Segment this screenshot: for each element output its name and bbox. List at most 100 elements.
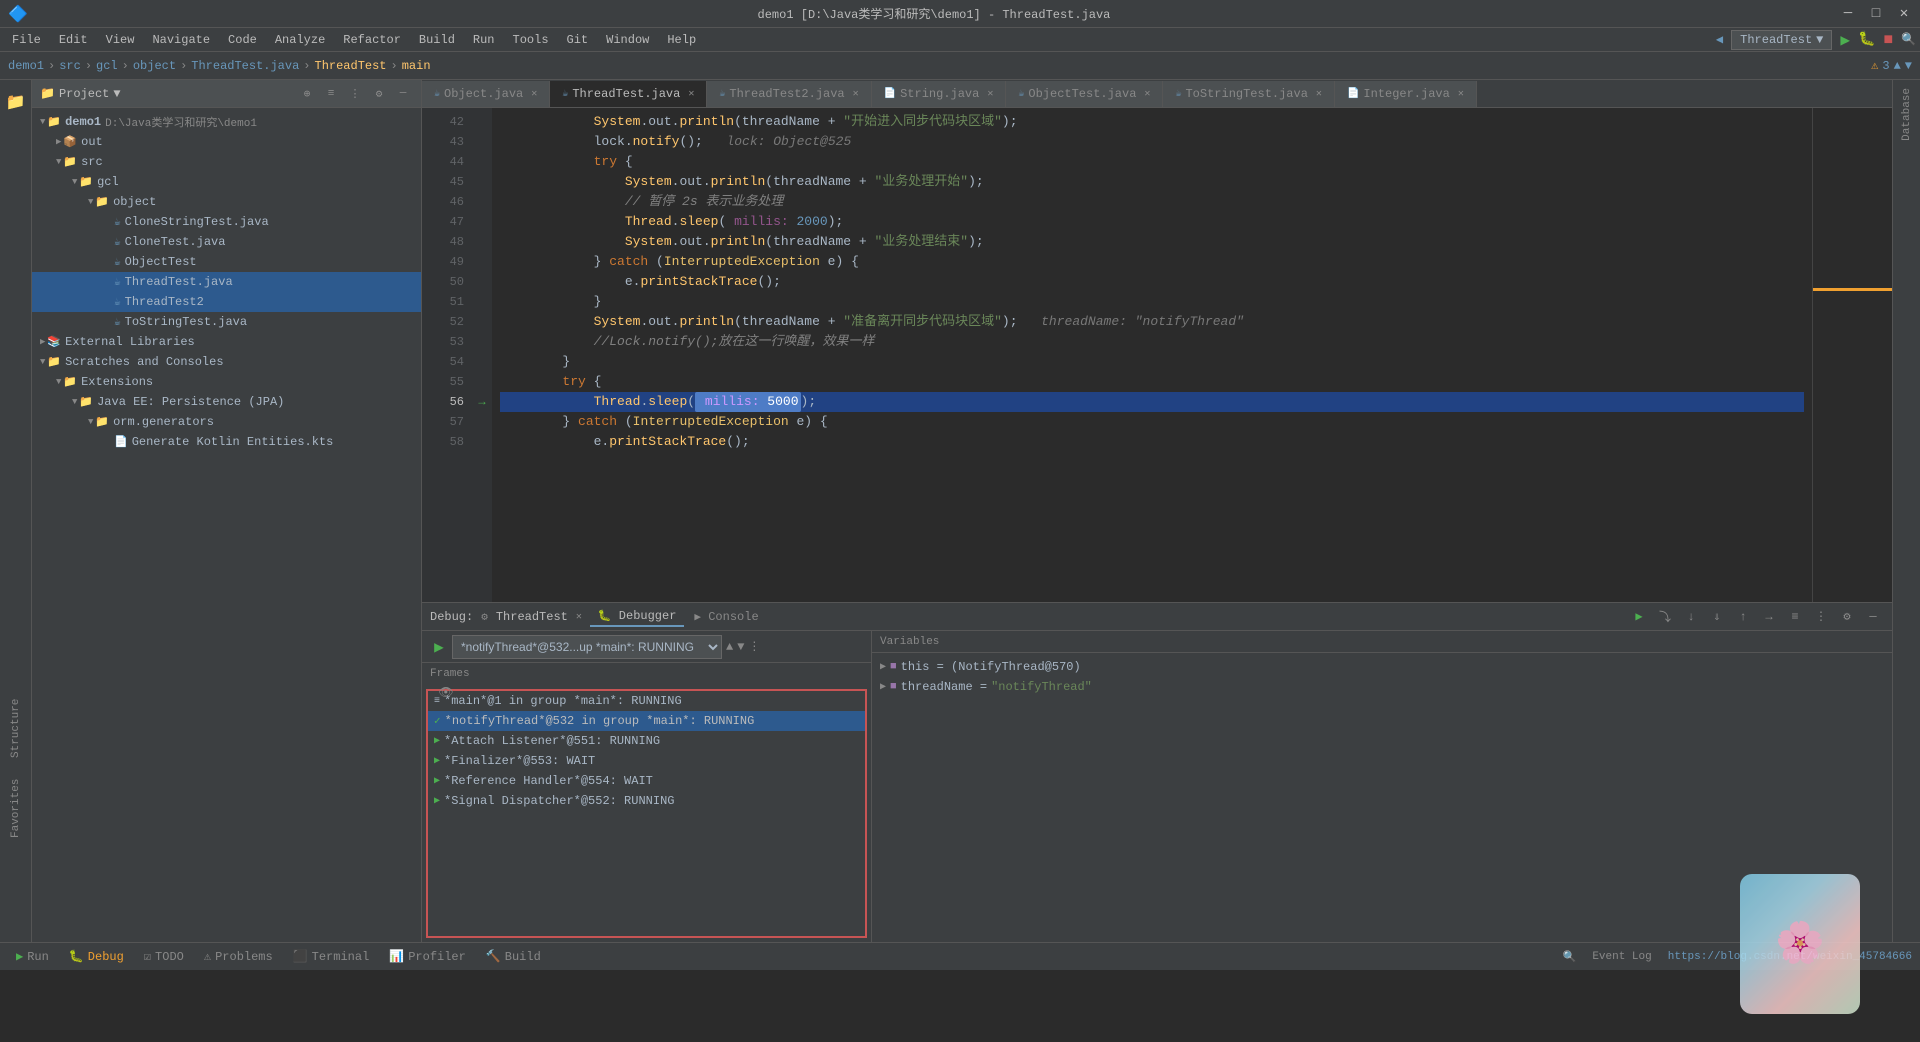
thread-finalizer[interactable]: ▶ *Finalizer*@553: WAIT xyxy=(428,751,865,771)
menu-code[interactable]: Code xyxy=(220,31,265,49)
frames-nav-up-btn[interactable]: ▲ xyxy=(726,640,733,654)
close-tab-icon[interactable]: ✕ xyxy=(987,88,993,100)
thread-attach[interactable]: ▶ *Attach Listener*@551: RUNNING xyxy=(428,731,865,751)
settings-btn[interactable]: ⚙ xyxy=(1836,606,1858,628)
tree-item-orm[interactable]: ▼ 📁 orm.generators xyxy=(32,412,421,432)
thread-signal[interactable]: ▶ *Signal Dispatcher*@552: RUNNING xyxy=(428,791,865,811)
eye-icon[interactable]: 👁 xyxy=(436,682,456,702)
terminal-button[interactable]: ⬛ Terminal xyxy=(285,947,378,966)
menu-file[interactable]: File xyxy=(4,31,49,49)
menu-edit[interactable]: Edit xyxy=(51,31,96,49)
minimize-button[interactable]: ─ xyxy=(1840,6,1856,22)
breadcrumb-src[interactable]: src xyxy=(59,59,81,73)
tree-item-object-test[interactable]: ☕ ObjectTest xyxy=(32,252,421,272)
close-debug-tab-icon[interactable]: ✕ xyxy=(576,611,582,623)
thread-ref-handler[interactable]: ▶ *Reference Handler*@554: WAIT xyxy=(428,771,865,791)
thread-notify[interactable]: ✓ *notifyThread*@532 in group *main*: RU… xyxy=(428,711,865,731)
tab-debugger[interactable]: 🐛 Debugger xyxy=(590,607,685,627)
breadcrumb-demo1[interactable]: demo1 xyxy=(8,59,44,73)
sort-icon[interactable]: ≡ xyxy=(321,84,341,104)
thread-dropdown[interactable]: *notifyThread*@532...up *main*: RUNNING xyxy=(452,635,722,659)
menu-help[interactable]: Help xyxy=(659,31,704,49)
close-tab-icon[interactable]: ✕ xyxy=(1316,88,1322,100)
breadcrumb-method[interactable]: main xyxy=(402,59,431,73)
debug-run-config[interactable]: ThreadTest xyxy=(496,610,568,624)
favorites-icon[interactable]: Favorites xyxy=(2,794,30,822)
tab-tostring-java[interactable]: ☕ ToStringTest.java ✕ xyxy=(1163,81,1334,107)
breadcrumb-class[interactable]: ThreadTest xyxy=(315,59,387,73)
back-icon[interactable]: ◀ xyxy=(1716,32,1723,47)
tree-item-external-libs[interactable]: ▶ 📚 External Libraries xyxy=(32,332,421,352)
tree-item-demo1[interactable]: ▼ 📁 demo1 D:\Java类学习和研究\demo1 xyxy=(32,112,421,132)
tree-item-src[interactable]: ▼ 📁 src xyxy=(32,152,421,172)
breadcrumb-threadtest[interactable]: ThreadTest.java xyxy=(191,59,299,73)
var-this[interactable]: ▶ ■ this = (NotifyThread@570) xyxy=(872,657,1892,677)
minimize-debug-btn[interactable]: ─ xyxy=(1862,606,1884,628)
tree-item-out[interactable]: ▶ 📦 out xyxy=(32,132,421,152)
menu-refactor[interactable]: Refactor xyxy=(335,31,409,49)
tree-item-clone-test[interactable]: ☕ CloneTest.java xyxy=(32,232,421,252)
tab-objecttest-java[interactable]: ☕ ObjectTest.java ✕ xyxy=(1006,81,1163,107)
close-tab-icon[interactable]: ✕ xyxy=(531,88,537,100)
menu-analyze[interactable]: Analyze xyxy=(267,31,333,49)
thread-main[interactable]: ≡ *main*@1 in group *main*: RUNNING xyxy=(428,691,865,711)
project-icon[interactable]: 📁 xyxy=(2,88,30,116)
tree-item-kotlin-kts[interactable]: 📄 Generate Kotlin Entities.kts xyxy=(32,432,421,452)
var-threadname[interactable]: ▶ ■ threadName = "notifyThread" xyxy=(872,677,1892,697)
resume-btn[interactable]: ▶ xyxy=(1628,606,1650,628)
structure-icon[interactable]: Structure xyxy=(2,714,30,742)
gear-icon[interactable]: ⚙ xyxy=(369,84,389,104)
step-over-btn[interactable]: ⤵ xyxy=(1654,606,1676,628)
profiler-button[interactable]: 📊 Profiler xyxy=(381,947,474,966)
step-into-btn[interactable]: ↓ xyxy=(1680,606,1702,628)
problems-button[interactable]: ⚠ Problems xyxy=(196,947,281,966)
stop-icon[interactable]: ■ xyxy=(1883,31,1893,49)
close-tab-icon[interactable]: ✕ xyxy=(688,88,694,100)
run-to-cursor-btn[interactable]: → xyxy=(1758,606,1780,628)
debug-resume-small-btn[interactable]: ▶ xyxy=(430,638,448,656)
tree-item-clone-string-test[interactable]: ☕ CloneStringTest.java xyxy=(32,212,421,232)
more-btn[interactable]: ⋮ xyxy=(1810,606,1832,628)
menu-navigate[interactable]: Navigate xyxy=(144,31,218,49)
breadcrumb-object[interactable]: object xyxy=(133,59,176,73)
menu-build[interactable]: Build xyxy=(411,31,463,49)
search-icon[interactable]: 🔍 xyxy=(1901,32,1916,47)
close-button[interactable]: ✕ xyxy=(1896,6,1912,22)
collapse-icon[interactable]: ⊕ xyxy=(297,84,317,104)
tree-item-scratches[interactable]: ▼ 📁 Scratches and Consoles xyxy=(32,352,421,372)
close-tab-icon[interactable]: ✕ xyxy=(1458,88,1464,100)
tree-item-tostring-test[interactable]: ☕ ToStringTest.java xyxy=(32,312,421,332)
chevron-up-icon[interactable]: ▲ xyxy=(1894,59,1901,73)
filter-icon[interactable]: ⋮ xyxy=(345,84,365,104)
maximize-button[interactable]: □ xyxy=(1868,6,1884,22)
debug-icon[interactable]: 🐛 xyxy=(1858,31,1875,48)
step-out-btn[interactable]: ↑ xyxy=(1732,606,1754,628)
frames-filter-btn[interactable]: ⋮ xyxy=(748,639,760,654)
tab-console[interactable]: ▶ Console xyxy=(686,608,766,626)
build-button[interactable]: 🔨 Build xyxy=(478,947,549,966)
menu-git[interactable]: Git xyxy=(559,31,597,49)
menu-window[interactable]: Window xyxy=(598,31,657,49)
menu-view[interactable]: View xyxy=(98,31,143,49)
chevron-down-icon[interactable]: ▼ xyxy=(1905,59,1912,73)
todo-button[interactable]: ☑ TODO xyxy=(136,947,192,966)
run-config-selector[interactable]: ThreadTest ▼ xyxy=(1731,30,1832,50)
breadcrumb-gcl[interactable]: gcl xyxy=(96,59,118,73)
debug-button[interactable]: 🐛 Debug xyxy=(61,947,132,966)
tab-threadtest2-java[interactable]: ☕ ThreadTest2.java ✕ xyxy=(707,81,871,107)
tab-string-java[interactable]: 📄 String.java ✕ xyxy=(872,81,1007,107)
tab-object-java[interactable]: ☕ Object.java ✕ xyxy=(422,81,550,107)
tree-item-thread-test[interactable]: ☕ ThreadTest.java xyxy=(32,272,421,292)
tree-item-object[interactable]: ▼ 📁 object xyxy=(32,192,421,212)
tab-integer-java[interactable]: 📄 Integer.java ✕ xyxy=(1335,81,1477,107)
force-step-into-btn[interactable]: ⇓ xyxy=(1706,606,1728,628)
right-tab-database[interactable]: Database xyxy=(1897,80,1917,149)
evaluate-btn[interactable]: ≡ xyxy=(1784,606,1806,628)
tree-item-gcl[interactable]: ▼ 📁 gcl xyxy=(32,172,421,192)
menu-run[interactable]: Run xyxy=(465,31,503,49)
expand-icon[interactable]: ▶ xyxy=(880,681,886,693)
dropdown-icon[interactable]: ▼ xyxy=(113,87,120,101)
menu-tools[interactable]: Tools xyxy=(505,31,557,49)
debug-run-icon[interactable]: ▶ xyxy=(1840,30,1850,50)
expand-icon[interactable]: ▶ xyxy=(880,661,886,673)
